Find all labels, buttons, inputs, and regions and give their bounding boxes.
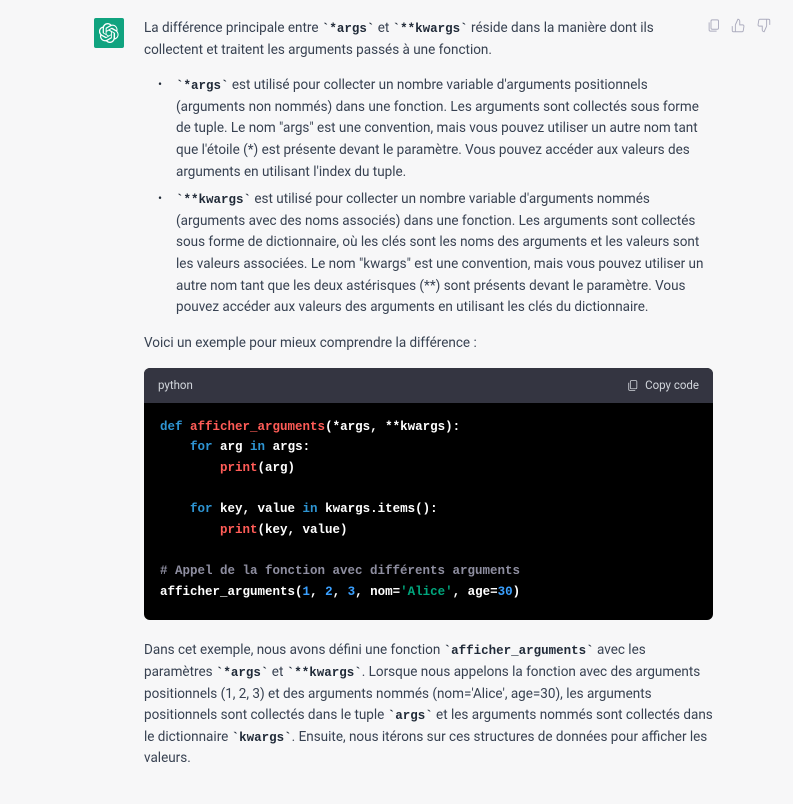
text: est utilisé pour collecter un nombre var…	[176, 77, 699, 179]
code-snippet: `*args`	[176, 79, 229, 93]
text: et	[268, 664, 286, 680]
code-body: def afficher_arguments(*args, **kwargs):…	[144, 403, 713, 621]
example-intro: Voici un exemple pour mieux comprendre l…	[144, 333, 713, 355]
intro-paragraph: La différence principale entre `*args` e…	[144, 18, 713, 61]
thumbs-down-icon	[756, 18, 771, 33]
clipboard-icon	[626, 379, 639, 392]
code-snippet: `args`	[388, 709, 433, 723]
text: La différence principale entre	[144, 20, 322, 36]
copy-label: Copy code	[645, 376, 699, 394]
openai-logo-icon	[99, 23, 119, 43]
message-content: La différence principale entre `*args` e…	[144, 18, 713, 804]
list-item: `*args` est utilisé pour collecter un no…	[162, 75, 713, 183]
copy-message-button[interactable]	[706, 18, 721, 33]
code-lang-label: python	[158, 376, 193, 394]
thumbs-down-button[interactable]	[756, 18, 771, 33]
clipboard-icon	[706, 18, 721, 33]
code-block: python Copy code def afficher_arguments(…	[144, 368, 713, 620]
message-actions	[706, 18, 771, 33]
code-snippet: `kwargs`	[232, 731, 292, 745]
copy-code-button[interactable]: Copy code	[626, 376, 699, 394]
text: Dans cet exemple, nous avons défini une …	[144, 642, 444, 658]
thumbs-up-button[interactable]	[731, 18, 746, 33]
assistant-avatar	[94, 18, 124, 48]
text: est utilisé pour collecter un nombre var…	[176, 191, 703, 315]
bullet-list: `*args` est utilisé pour collecter un no…	[144, 75, 713, 319]
outro-paragraph: Dans cet exemple, nous avons défini une …	[144, 640, 713, 770]
code-snippet: `**kwargs`	[287, 666, 362, 680]
code-args: `*args`	[322, 22, 375, 36]
text: et	[374, 20, 392, 36]
code-header: python Copy code	[144, 368, 713, 402]
assistant-message: La différence principale entre `*args` e…	[0, 0, 793, 804]
code-kwargs: `**kwargs`	[393, 22, 468, 36]
list-item: `**kwargs` est utilisé pour collecter un…	[162, 189, 713, 319]
thumbs-up-icon	[731, 18, 746, 33]
code-snippet: `afficher_arguments`	[444, 644, 594, 658]
code-snippet: `**kwargs`	[176, 193, 251, 207]
code-snippet: `*args`	[216, 666, 269, 680]
